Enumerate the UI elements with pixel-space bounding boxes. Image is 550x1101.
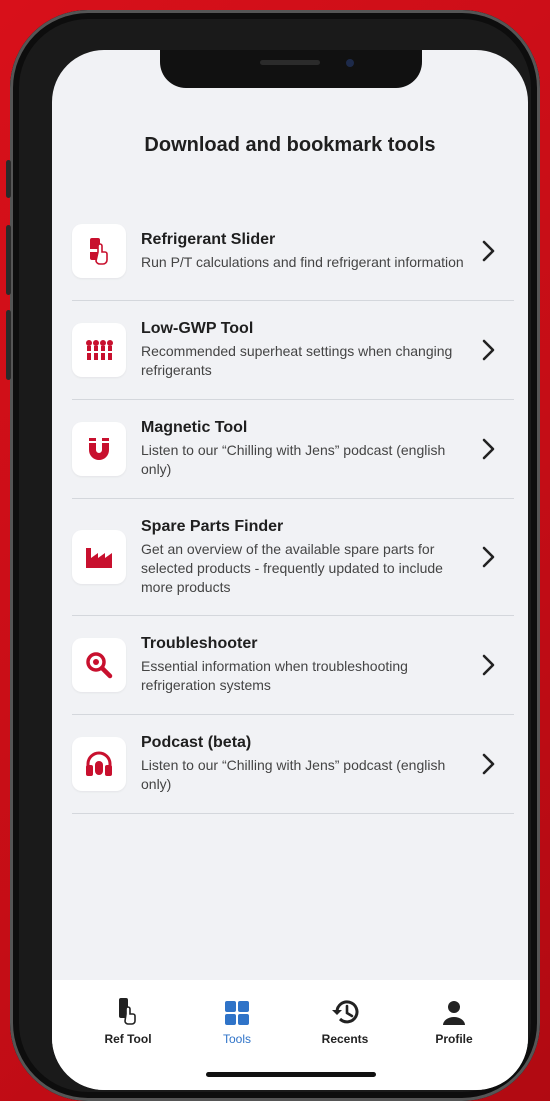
volume-up-button (6, 225, 11, 295)
headphones-icon (72, 737, 126, 791)
history-icon (295, 994, 395, 1026)
chevron-right-icon (482, 546, 495, 568)
phone-frame: Download and bookmark tools Refrigerant … (6, 10, 540, 1101)
tab-ref-tool[interactable]: Ref Tool (78, 994, 178, 1046)
tool-title: Refrigerant Slider (141, 230, 276, 248)
tool-item-podcast[interactable]: Podcast (beta) Listen to our “Chilling w… (72, 715, 514, 814)
tab-label: Tools (222, 1032, 251, 1046)
tool-title: Magnetic Tool (141, 419, 248, 436)
factory-icon (72, 530, 126, 584)
tab-recents[interactable]: Recents (295, 994, 395, 1046)
grid-icon (187, 994, 287, 1026)
refrigerant-slider-icon (72, 224, 126, 278)
chevron-right-icon (482, 438, 495, 460)
tab-label: Recents (321, 1032, 369, 1046)
magnet-icon (72, 422, 126, 476)
tool-title: Low-GWP Tool (141, 320, 254, 337)
ref-tool-icon (78, 994, 178, 1026)
low-gwp-icon (72, 323, 126, 377)
tab-label: Ref Tool (104, 1032, 152, 1046)
page-title: Download and bookmark tools (144, 134, 436, 156)
tool-description: Run P/T calculations and find refrigeran… (141, 253, 464, 270)
tab-label: Profile (435, 1032, 473, 1046)
mute-switch (6, 160, 11, 198)
chevron-right-icon (482, 753, 495, 775)
tab-tools[interactable]: Tools (187, 994, 287, 1046)
tool-item-refrigerant-slider[interactable]: Refrigerant Slider Run P/T calculations … (72, 202, 514, 301)
tool-item-magnetic-tool[interactable]: Magnetic Tool Listen to our “Chilling wi… (72, 400, 514, 499)
front-camera (346, 59, 354, 67)
notch (160, 50, 422, 88)
tool-item-spare-parts-finder[interactable]: Spare Parts Finder Get an overview of th… (72, 499, 514, 616)
tools-list: Refrigerant Slider Run P/T calculations … (72, 202, 514, 814)
person-icon (404, 994, 504, 1026)
tool-item-troubleshooter[interactable]: Troubleshooter Essential information whe… (72, 616, 514, 715)
tab-profile[interactable]: Profile (404, 994, 504, 1046)
tool-description: Get an overview of the available spare p… (141, 540, 443, 595)
chevron-right-icon (482, 654, 495, 676)
chevron-right-icon (482, 339, 495, 361)
app-screen: Download and bookmark tools Refrigerant … (52, 50, 528, 1090)
tool-description: Listen to our “Chilling with Jens” podca… (141, 757, 446, 792)
tool-description: Recommended superheat settings when chan… (141, 343, 453, 378)
tool-item-low-gwp[interactable]: Low-GWP Tool Recommended superheat setti… (72, 301, 514, 400)
tool-title: Troubleshooter (141, 635, 258, 652)
speaker (260, 60, 320, 65)
tool-description: Listen to our “Chilling with Jens” podca… (141, 442, 446, 477)
volume-down-button (6, 310, 11, 380)
tool-description: Essential information when troubleshooti… (141, 658, 408, 693)
home-indicator (206, 1072, 376, 1077)
chevron-right-icon (482, 240, 495, 262)
magnifier-icon (72, 638, 126, 692)
tool-title: Podcast (beta) (141, 734, 252, 751)
tool-title: Spare Parts Finder (141, 517, 284, 535)
